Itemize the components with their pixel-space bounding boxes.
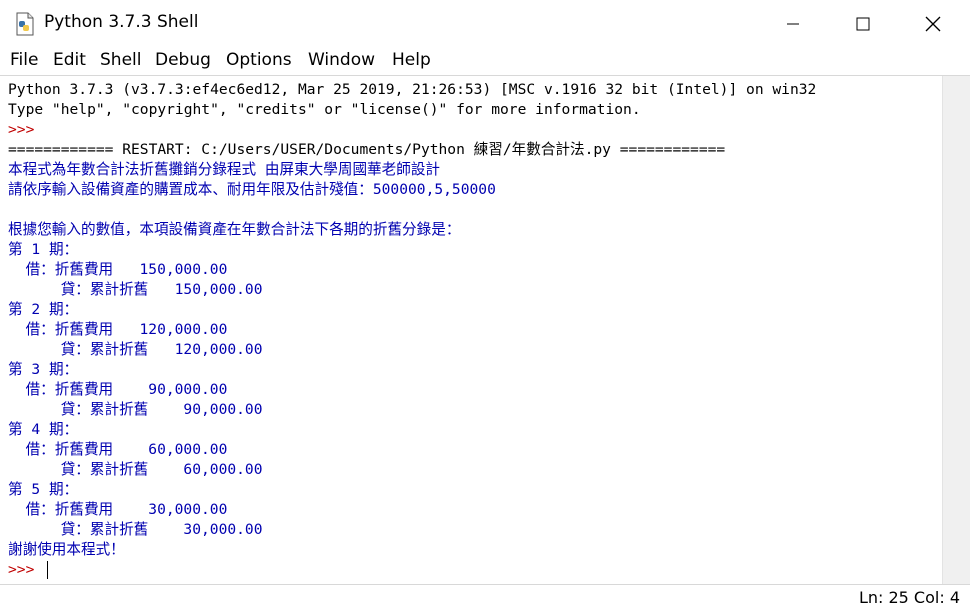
shell-output-line: 借：折舊費用 60,000.00 [8, 441, 228, 458]
python-file-icon [14, 12, 36, 36]
close-icon [925, 16, 941, 32]
shell-output-line: 貸：累計折舊 120,000.00 [8, 341, 263, 358]
menu-window[interactable]: Window [308, 50, 375, 70]
menu-help[interactable]: Help [392, 50, 431, 70]
shell-output-line: 第 5 期： [8, 481, 79, 498]
shell-output-line [8, 200, 934, 220]
menu-file[interactable]: File [10, 50, 38, 70]
shell-output-line: 第 2 期： [8, 301, 79, 318]
shell-output-line: 借：折舊費用 150,000.00 [8, 261, 228, 278]
shell-output-line: 第 3 期： [8, 361, 79, 378]
minimize-icon [787, 23, 799, 25]
shell-output-line: 第 1 期： [8, 241, 79, 258]
shell-output-line: 借：折舊費用 30,000.00 [8, 501, 228, 518]
shell-output-line: 根據您輸入的數值，本項設備資產在年數合計法下各期的折舊分錄是： [8, 221, 461, 238]
shell-output-line: 貸：累計折舊 30,000.00 [8, 521, 263, 538]
shell-output-line: 貸：累計折舊 60,000.00 [8, 461, 263, 478]
shell-output-line: 請依序輸入設備資產的購置成本、耐用年限及估計殘值：500000,5,50000 [8, 181, 496, 198]
shell-prompt-line: >>> [8, 121, 44, 138]
shell-line: ============ RESTART: C:/Users/USER/Docu… [8, 141, 726, 158]
shell-output-line: 第 4 期： [8, 421, 79, 438]
maximize-button[interactable] [840, 0, 886, 48]
status-bar: Ln: 25 Col: 4 [0, 584, 970, 613]
shell-prompt: >>> [8, 561, 44, 578]
shell-output-line: 借：折舊費用 90,000.00 [8, 381, 228, 398]
menu-bar: File Edit Shell Debug Options Window Hel… [0, 48, 970, 75]
menu-options[interactable]: Options [226, 50, 292, 70]
menu-edit[interactable]: Edit [53, 50, 86, 70]
menu-debug[interactable]: Debug [155, 50, 211, 70]
vertical-scrollbar[interactable] [942, 76, 970, 584]
title-bar[interactable]: Python 3.7.3 Shell [0, 0, 970, 48]
shell-output-line: 本程式為年數合計法折舊攤銷分錄程式 由屏東大學周國華老師設計 [8, 161, 441, 178]
maximize-icon [856, 17, 870, 31]
shell-output-line: 借：折舊費用 120,000.00 [8, 321, 228, 338]
close-button[interactable] [910, 0, 956, 48]
text-cursor [47, 561, 49, 579]
shell-output-line: 貸：累計折舊 150,000.00 [8, 281, 263, 298]
shell-input-line[interactable]: >>> [8, 560, 934, 580]
shell-output-line: 貸：累計折舊 90,000.00 [8, 401, 263, 418]
shell-line: Python 3.7.3 (v3.7.3:ef4ec6ed12, Mar 25 … [8, 81, 817, 98]
shell-editor[interactable]: Python 3.7.3 (v3.7.3:ef4ec6ed12, Mar 25 … [0, 75, 970, 585]
cursor-position: Ln: 25 Col: 4 [858, 588, 960, 607]
menu-shell[interactable]: Shell [100, 50, 141, 70]
shell-output-line: 謝謝使用本程式！ [8, 541, 125, 558]
shell-line: Type "help", "copyright", "credits" or "… [8, 101, 641, 118]
minimize-button[interactable] [770, 0, 816, 48]
shell-text-area[interactable]: Python 3.7.3 (v3.7.3:ef4ec6ed12, Mar 25 … [8, 80, 934, 585]
window-title: Python 3.7.3 Shell [44, 12, 199, 32]
